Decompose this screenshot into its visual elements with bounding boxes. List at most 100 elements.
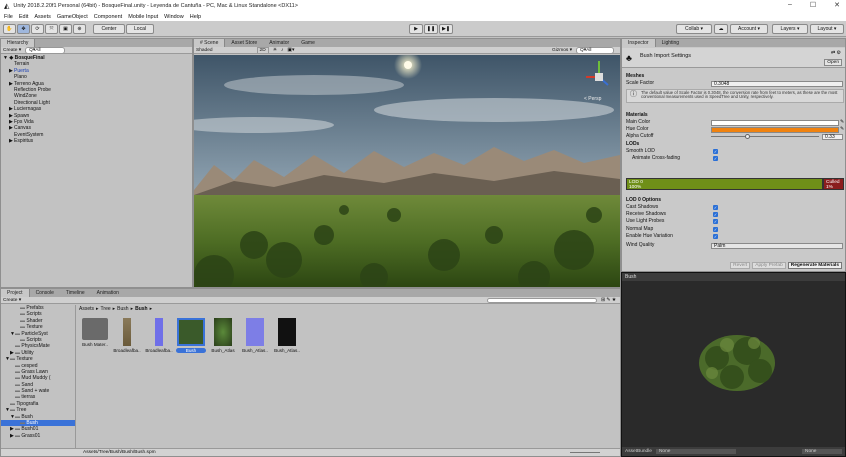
tab-animation[interactable]: Animation — [91, 289, 125, 297]
breadcrumb-bush-current[interactable]: Bush — [135, 306, 148, 312]
breadcrumb-tree[interactable]: Tree — [101, 306, 111, 312]
hierarchy-item-label: Directional Light — [14, 99, 50, 106]
hierarchy-item[interactable]: ▶Espiritus — [1, 138, 192, 144]
scene-search-input[interactable]: Q▾All — [576, 46, 614, 54]
tab-lighting[interactable]: Lighting — [656, 39, 686, 47]
close-button[interactable]: ✕ — [834, 1, 840, 9]
culled-bar[interactable]: Culled 1% — [823, 178, 844, 190]
2d-toggle[interactable]: 2D — [256, 46, 269, 54]
animate-crossfading-checkbox[interactable]: ✓ — [713, 156, 718, 161]
regenerate-materials-button[interactable]: Regenerate Materials — [787, 262, 842, 269]
bush-preview[interactable] — [692, 313, 782, 403]
lod-option-checkbox[interactable]: ✓ — [713, 205, 718, 210]
scale-factor-field[interactable]: 0.3048 — [711, 81, 843, 87]
move-tool-icon[interactable]: ✥ — [17, 24, 30, 34]
asset-item[interactable]: Broadleafba.. — [112, 318, 142, 353]
play-button[interactable]: ▶ — [409, 24, 423, 34]
tab-game[interactable]: Game — [295, 39, 321, 47]
eyedropper-icon[interactable]: ✎ — [840, 119, 844, 125]
step-button[interactable]: ▶❚ — [439, 24, 453, 34]
menu-window[interactable]: Window — [164, 14, 184, 20]
layers-dropdown[interactable]: Layers ▾ — [772, 24, 808, 34]
project-folder-item[interactable]: ▶▬ Grass01 — [1, 433, 75, 439]
asset-item[interactable]: Bush_Atlas — [208, 318, 238, 353]
asset-item[interactable]: Bush — [176, 318, 206, 353]
project-search-input[interactable] — [486, 297, 597, 303]
minimize-button[interactable]: – — [788, 1, 792, 9]
persp-label[interactable]: < Persp — [584, 96, 602, 102]
menu-assets[interactable]: Assets — [34, 14, 51, 20]
alpha-slider-knob[interactable] — [744, 134, 750, 139]
pivot-center-button[interactable]: Center — [93, 24, 125, 34]
asset-item[interactable]: Bush_Atlas.. — [272, 318, 302, 353]
project-folder-label: Mud Muddy ( — [21, 375, 51, 382]
thumbnail-size-slider[interactable] — [570, 452, 600, 453]
hierarchy-create-button[interactable]: Create ▾ — [3, 48, 21, 53]
pivot-label: Center — [101, 26, 117, 32]
hierarchy-item-label: WindZone — [14, 93, 37, 100]
alpha-cutoff-field[interactable]: 0.33 — [822, 134, 843, 140]
tab-inspector[interactable]: Inspector — [622, 39, 656, 47]
shading-mode-dropdown[interactable]: Shaded — [196, 48, 213, 53]
lod0-bar[interactable]: LOD 0 100% — [626, 178, 823, 190]
pause-button[interactable]: ❚❚ — [424, 24, 438, 34]
project-create-button[interactable]: Create ▾ — [3, 298, 21, 303]
variant-dropdown[interactable]: None — [802, 449, 842, 454]
project-folder-label: cesped — [21, 362, 38, 369]
asset-atlas-spec-icon — [278, 318, 296, 346]
menu-gameobject[interactable]: GameObject — [57, 14, 88, 20]
main-color-swatch[interactable] — [711, 120, 839, 126]
asset-item[interactable]: Bush Mater.. — [80, 318, 110, 347]
tab-console[interactable]: Console — [30, 289, 60, 297]
wind-quality-dropdown[interactable]: Palm — [711, 243, 843, 249]
cloud-icon[interactable]: ☁ — [714, 24, 728, 34]
lod-option-checkbox[interactable]: ✓ — [713, 212, 718, 218]
hierarchy-item-label: EventSystem — [14, 131, 44, 138]
open-button[interactable]: Open — [824, 59, 842, 66]
lod-option-checkbox[interactable]: ✓ — [713, 219, 718, 225]
tab-hierarchy[interactable]: Hierarchy — [1, 39, 36, 47]
asset-label: Bush — [176, 348, 206, 353]
scene-viewport[interactable]: < Persp — [194, 55, 620, 287]
menu-file[interactable]: File — [4, 14, 13, 20]
tab-project[interactable]: Project — [1, 289, 30, 297]
apply-prefab-button[interactable]: Apply Prefab — [752, 262, 786, 269]
asset-path-bar: Assets/Tree/Bush/Bush/Bush.spm — [1, 448, 620, 456]
tab-timeline[interactable]: Timeline — [60, 289, 91, 297]
gizmos-dropdown[interactable]: Gizmos ▾ — [552, 48, 572, 53]
rotate-tool-icon[interactable]: ⟳ — [31, 24, 44, 34]
layout-dropdown[interactable]: Layout ▾ — [810, 24, 844, 34]
alpha-cutoff-slider[interactable] — [711, 134, 819, 139]
rect-tool-icon[interactable]: ▣ — [59, 24, 72, 34]
lod-option-checkbox[interactable]: ✓ — [713, 233, 718, 239]
smooth-lod-checkbox[interactable]: ✓ — [713, 149, 718, 154]
breadcrumb-bush[interactable]: Bush — [117, 306, 128, 312]
scale-tool-icon[interactable]: ⤧ — [45, 24, 58, 34]
lod-option-checkbox[interactable]: ✓ — [713, 226, 718, 232]
audio-toggle-icon[interactable]: ♪ — [281, 48, 283, 53]
hue-color-swatch[interactable] — [711, 127, 839, 133]
menu-mobile-input[interactable]: Mobile Input — [128, 14, 158, 20]
light-toggle-icon[interactable]: ☀ — [273, 48, 277, 53]
project-filter-icons[interactable]: ⊞ ✎ ★ — [601, 298, 616, 303]
asset-label: Bush_Atlas.. — [274, 348, 300, 353]
asset-item[interactable]: Broadleafba.. — [144, 318, 174, 353]
assetbundle-dropdown[interactable]: None — [655, 449, 736, 454]
hand-tool-icon[interactable]: ✋ — [3, 24, 16, 34]
asset-item[interactable]: Bush_Atlas.. — [240, 318, 270, 353]
collab-button[interactable]: Collab ▾ — [676, 24, 712, 34]
transform-tool-icon[interactable]: ⊕ — [73, 24, 86, 34]
pivot-local-button[interactable]: Local — [126, 24, 154, 34]
menu-edit[interactable]: Edit — [19, 14, 28, 20]
settings-gear-icon[interactable]: ⇄ ⚙ — [831, 50, 841, 56]
menu-component[interactable]: Component — [94, 14, 122, 20]
eyedropper-icon[interactable]: ✎ — [840, 126, 844, 132]
maximize-button[interactable]: ☐ — [810, 1, 816, 9]
hierarchy-search-input[interactable]: Q▾All — [25, 46, 66, 54]
revert-button[interactable]: Revert — [730, 262, 751, 269]
account-button[interactable]: Account ▾ — [730, 24, 768, 34]
effects-toggle-icon[interactable]: ▣▾ — [287, 48, 294, 53]
tab-scene[interactable]: # Scene — [194, 39, 226, 47]
breadcrumb-assets[interactable]: Assets — [79, 306, 94, 312]
menu-help[interactable]: Help — [190, 14, 201, 20]
